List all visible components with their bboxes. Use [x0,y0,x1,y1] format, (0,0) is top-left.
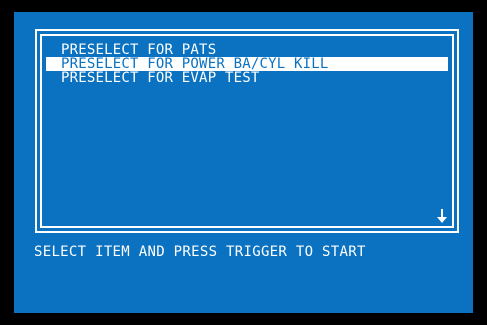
arrow-down-icon[interactable] [436,208,448,224]
menu-item-power-balance-cyl-kill[interactable]: PRESELECT FOR POWER BA/CYL KILL [46,57,448,71]
menu-item-evap-test[interactable]: PRESELECT FOR EVAP TEST [46,71,448,85]
screen-content: PRESELECT FOR PATS PRESELECT FOR POWER B… [14,12,473,313]
instruction-text: SELECT ITEM AND PRESS TRIGGER TO START [34,244,366,260]
menu-box: PRESELECT FOR PATS PRESELECT FOR POWER B… [35,29,459,233]
menu-item-pats[interactable]: PRESELECT FOR PATS [46,43,448,57]
menu-list: PRESELECT FOR PATS PRESELECT FOR POWER B… [46,43,448,85]
scan-tool-screen: PRESELECT FOR PATS PRESELECT FOR POWER B… [0,0,487,325]
